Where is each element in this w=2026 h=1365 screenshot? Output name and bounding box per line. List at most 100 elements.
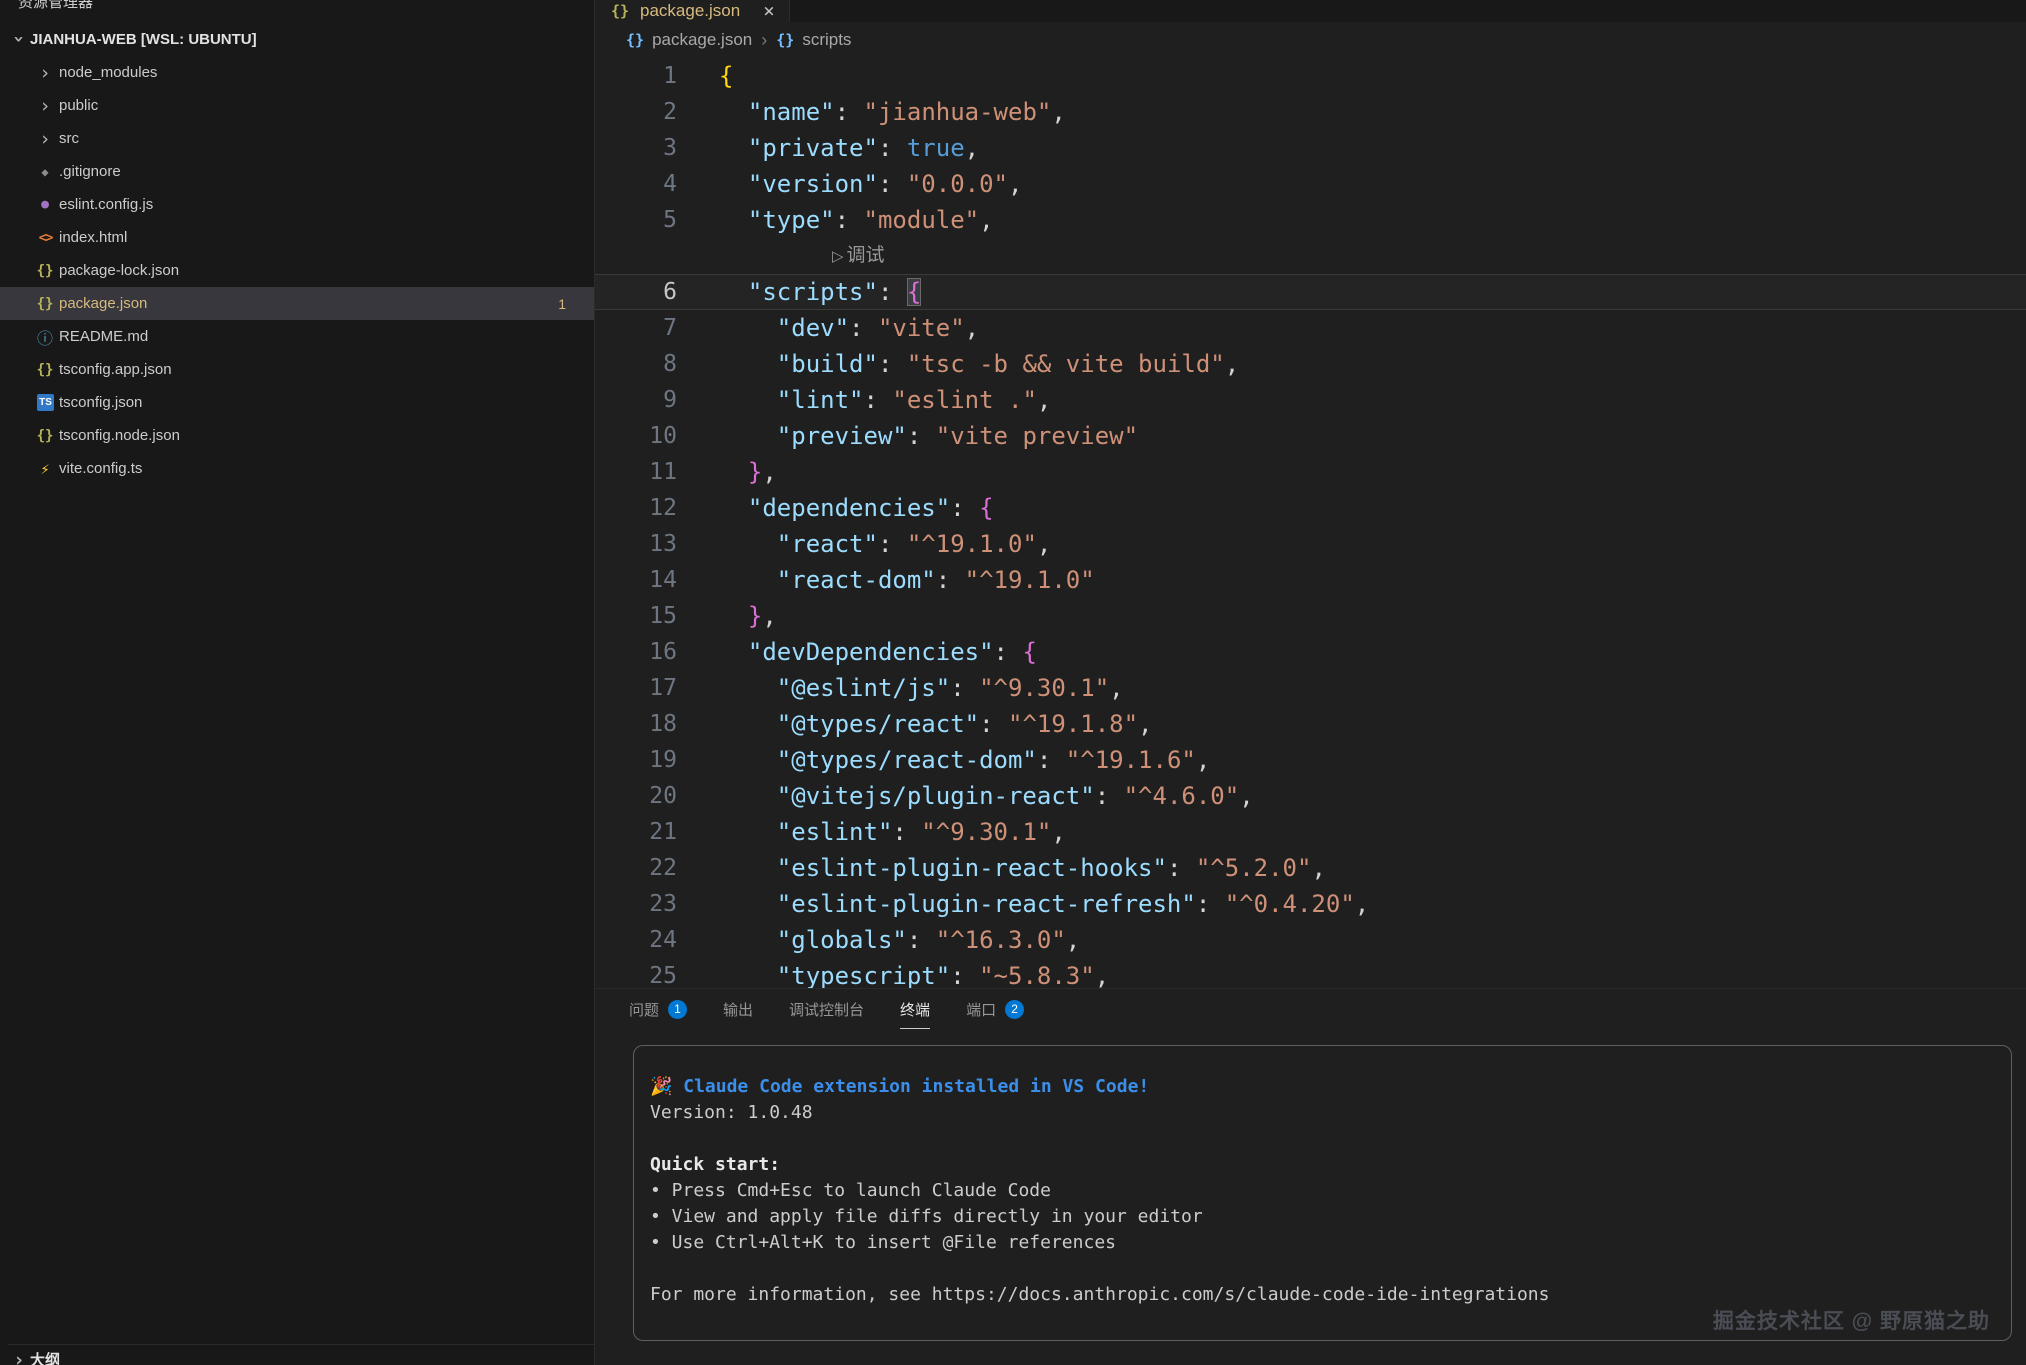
- file-name: vite.config.ts: [59, 460, 142, 477]
- tree-item-src[interactable]: ›src: [0, 122, 594, 155]
- line-content: "type": "module",: [677, 202, 994, 238]
- panel-tab-label: 终端: [900, 999, 930, 1020]
- breadcrumb-symbol[interactable]: {} scripts: [776, 30, 851, 50]
- code-line[interactable]: 13 "react": "^19.1.0",: [595, 526, 2026, 562]
- breadcrumb: {} package.json › {} scripts: [595, 22, 2026, 58]
- line-number: 11: [595, 454, 677, 490]
- line-content: "eslint": "^9.30.1",: [677, 814, 1066, 850]
- code-line[interactable]: 15 },: [595, 598, 2026, 634]
- file-name: eslint.config.js: [59, 196, 153, 213]
- json-icon: {}: [34, 428, 56, 444]
- editor-area: {} package.json × {} package.json › {} s…: [595, 0, 2026, 1365]
- tree-item-public[interactable]: ›public: [0, 89, 594, 122]
- tab-package-json[interactable]: {} package.json ×: [595, 0, 790, 22]
- line-content: "dev": "vite",: [677, 310, 979, 346]
- line-number: 10: [595, 418, 677, 454]
- file-name: tsconfig.app.json: [59, 361, 172, 378]
- line-content: },: [677, 454, 777, 490]
- code-line[interactable]: 8 "build": "tsc -b && vite build",: [595, 346, 2026, 382]
- line-content: "@eslint/js": "^9.30.1",: [677, 670, 1124, 706]
- line-content: "eslint-plugin-react-refresh": "^0.4.20"…: [677, 886, 1369, 922]
- code-line[interactable]: 18 "@types/react": "^19.1.8",: [595, 706, 2026, 742]
- terminal-line: Version: 1.0.48: [650, 1100, 1991, 1126]
- tree-item-package-lock.json[interactable]: {}package-lock.json: [0, 254, 594, 287]
- project-section-header[interactable]: › JIANHUA-WEB [WSL: UBUNTU]: [8, 25, 594, 53]
- tree-item-README.md[interactable]: ⓘREADME.md: [0, 320, 594, 353]
- line-number: 22: [595, 850, 677, 886]
- code-line[interactable]: 9 "lint": "eslint .",: [595, 382, 2026, 418]
- code-editor[interactable]: 1{2 "name": "jianhua-web",3 "private": t…: [595, 58, 2026, 988]
- json-icon: {}: [34, 362, 56, 378]
- chevron-down-icon: ›: [8, 28, 30, 50]
- code-line[interactable]: 7 "dev": "vite",: [595, 310, 2026, 346]
- code-line[interactable]: 1{: [595, 58, 2026, 94]
- line-number: 2: [595, 94, 677, 130]
- code-line[interactable]: 6 "scripts": {: [595, 274, 2026, 310]
- line-content: "version": "0.0.0",: [677, 166, 1022, 202]
- code-line[interactable]: 20 "@vitejs/plugin-react": "^4.6.0",: [595, 778, 2026, 814]
- tree-item-tsconfig.app.json[interactable]: {}tsconfig.app.json: [0, 353, 594, 386]
- tree-item-index.html[interactable]: <>index.html: [0, 221, 594, 254]
- gitignore-icon: ◆: [34, 165, 56, 179]
- code-line[interactable]: 22 "eslint-plugin-react-hooks": "^5.2.0"…: [595, 850, 2026, 886]
- tree-item-eslint.config.js[interactable]: ●eslint.config.js: [0, 188, 594, 221]
- line-content: "react-dom": "^19.1.0": [677, 562, 1095, 598]
- tab-label: package.json: [640, 1, 740, 21]
- panel-tab-输出[interactable]: 输出: [723, 989, 753, 1029]
- panel-tab-调试控制台[interactable]: 调试控制台: [789, 989, 864, 1029]
- code-line[interactable]: 3 "private": true,: [595, 130, 2026, 166]
- panel-tab-端口[interactable]: 端口2: [966, 989, 1024, 1029]
- breadcrumb-file[interactable]: {} package.json: [626, 30, 752, 50]
- tree-item-tsconfig.node.json[interactable]: {}tsconfig.node.json: [0, 419, 594, 452]
- outline-section-header[interactable]: › 大纲: [8, 1344, 594, 1365]
- line-content: "private": true,: [677, 130, 979, 166]
- codelens-label: 调试: [847, 245, 885, 266]
- line-content: "@vitejs/plugin-react": "^4.6.0",: [677, 778, 1254, 814]
- line-number: 20: [595, 778, 677, 814]
- code-line[interactable]: 17 "@eslint/js": "^9.30.1",: [595, 670, 2026, 706]
- tree-item-node_modules[interactable]: ›node_modules: [0, 56, 594, 89]
- tab-bar: {} package.json ×: [595, 0, 2026, 22]
- code-line[interactable]: 24 "globals": "^16.3.0",: [595, 922, 2026, 958]
- line-content: "scripts": {: [677, 274, 921, 310]
- line-number: 17: [595, 670, 677, 706]
- code-line[interactable]: 16 "devDependencies": {: [595, 634, 2026, 670]
- code-line[interactable]: 19 "@types/react-dom": "^19.1.6",: [595, 742, 2026, 778]
- line-number: 18: [595, 706, 677, 742]
- code-line[interactable]: 10 "preview": "vite preview": [595, 418, 2026, 454]
- line-content: "lint": "eslint .",: [677, 382, 1051, 418]
- code-line[interactable]: 12 "dependencies": {: [595, 490, 2026, 526]
- file-name: README.md: [59, 328, 148, 345]
- code-line[interactable]: 25 "typescript": "~5.8.3",: [595, 958, 2026, 988]
- line-content: "devDependencies": {: [677, 634, 1037, 670]
- json-file-icon: {}: [609, 2, 631, 20]
- line-number: 15: [595, 598, 677, 634]
- debug-codelens[interactable]: ▷调试: [595, 238, 2026, 274]
- panel-tab-问题[interactable]: 问题1: [629, 989, 687, 1029]
- explorer-title: 资源管理器: [18, 0, 93, 12]
- chevron-right-icon: ›: [34, 128, 56, 150]
- code-line[interactable]: 5 "type": "module",: [595, 202, 2026, 238]
- close-icon[interactable]: ×: [763, 0, 774, 22]
- tree-item-package.json[interactable]: {}package.json1: [0, 287, 594, 320]
- code-line[interactable]: 14 "react-dom": "^19.1.0": [595, 562, 2026, 598]
- code-line[interactable]: 2 "name": "jianhua-web",: [595, 94, 2026, 130]
- panel-tab-终端[interactable]: 终端: [900, 989, 930, 1029]
- code-line[interactable]: 11 },: [595, 454, 2026, 490]
- terminal-line: Quick start:: [650, 1152, 1991, 1178]
- code-line[interactable]: 23 "eslint-plugin-react-refresh": "^0.4.…: [595, 886, 2026, 922]
- vite-icon: ⚡: [34, 460, 56, 478]
- count-badge: 2: [1005, 1000, 1024, 1019]
- line-number: 24: [595, 922, 677, 958]
- line-content: "name": "jianhua-web",: [677, 94, 1066, 130]
- code-line[interactable]: 4 "version": "0.0.0",: [595, 166, 2026, 202]
- tree-item-vite.config.ts[interactable]: ⚡vite.config.ts: [0, 452, 594, 485]
- breadcrumb-separator-icon: ›: [761, 30, 767, 51]
- terminal-output[interactable]: 🎉 Claude Code extension installed in VS …: [633, 1045, 2012, 1341]
- tree-item-tsconfig.json[interactable]: TStsconfig.json: [0, 386, 594, 419]
- tree-item-.gitignore[interactable]: ◆.gitignore: [0, 155, 594, 188]
- terminal-line: • Use Ctrl+Alt+K to insert @File referen…: [650, 1230, 1991, 1256]
- play-icon: ▷: [832, 248, 844, 265]
- code-line[interactable]: 21 "eslint": "^9.30.1",: [595, 814, 2026, 850]
- line-content: "react": "^19.1.0",: [677, 526, 1051, 562]
